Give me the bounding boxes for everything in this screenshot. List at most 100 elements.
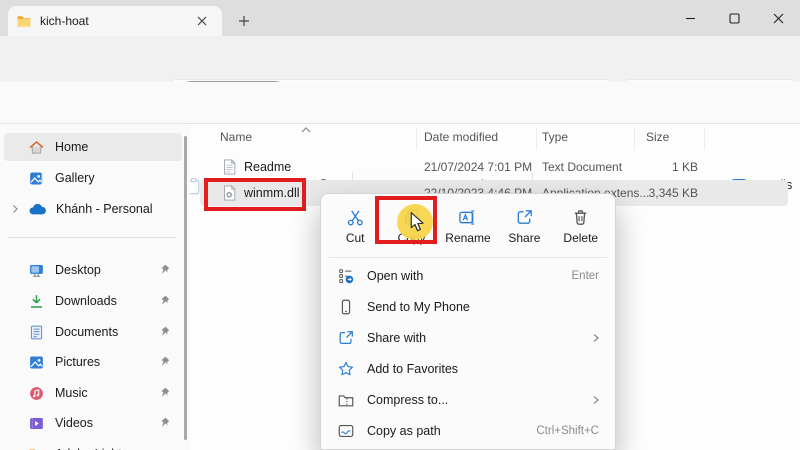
menu-item-compress-to[interactable]: Compress to... bbox=[325, 384, 613, 415]
menu-item-add-to-favorites[interactable]: Add to Favorites bbox=[325, 353, 613, 384]
star-icon bbox=[337, 360, 355, 378]
sidebar-item-documents[interactable]: Documents bbox=[4, 318, 182, 346]
downloads-icon bbox=[28, 293, 45, 310]
ctx-share-button[interactable]: Share bbox=[497, 201, 552, 251]
ctx-rename-button[interactable]: Rename bbox=[440, 201, 495, 251]
context-menu: Cut Copy Rename bbox=[320, 193, 616, 450]
explorer-tab[interactable]: kich-hoat bbox=[8, 6, 222, 36]
minimize-icon bbox=[685, 13, 696, 24]
sidebar-item-label: Videos bbox=[55, 416, 158, 430]
desktop-icon bbox=[28, 262, 45, 279]
phone-icon bbox=[337, 298, 355, 316]
ctx-delete-button[interactable]: Delete bbox=[553, 201, 608, 251]
column-header-type[interactable]: Type bbox=[542, 130, 568, 144]
menu-item-label: Compress to... bbox=[367, 393, 591, 407]
pictures-icon bbox=[28, 354, 45, 371]
file-row-readme[interactable]: Readme 21/07/2024 7:01 PM Text Document … bbox=[200, 154, 788, 180]
menu-item-copy-as-path[interactable]: Copy as path Ctrl+Shift+C bbox=[325, 415, 613, 446]
sidebar-item-adobe-light[interactable]: Adobe Light bbox=[4, 440, 182, 450]
share-with-icon bbox=[337, 329, 355, 347]
sidebar-item-downloads[interactable]: Downloads bbox=[4, 287, 182, 315]
sidebar: Home Gallery Khánh - Personal bbox=[0, 124, 190, 450]
documents-icon bbox=[28, 324, 45, 341]
title-bar: kich-hoat bbox=[0, 0, 800, 36]
sidebar-item-videos[interactable]: Videos bbox=[4, 409, 182, 437]
context-menu-separator bbox=[329, 257, 607, 258]
sidebar-item-label: Downloads bbox=[55, 294, 158, 308]
open-with-icon bbox=[337, 267, 355, 285]
pin-icon bbox=[158, 355, 172, 369]
menu-item-share-with[interactable]: Share with bbox=[325, 322, 613, 353]
file-name-cell: Readme bbox=[222, 159, 291, 175]
folder-icon bbox=[28, 446, 45, 450]
onedrive-cloud-icon bbox=[28, 203, 46, 216]
ctx-delete-label: Delete bbox=[563, 231, 598, 245]
context-quick-actions: Cut Copy Rename bbox=[321, 201, 615, 251]
close-icon bbox=[197, 16, 207, 26]
menu-item-label: Copy as path bbox=[367, 424, 536, 438]
file-size: 1 KB bbox=[600, 160, 698, 174]
menu-item-open-with[interactable]: Open with Enter bbox=[325, 260, 613, 291]
delete-icon bbox=[571, 208, 590, 227]
maximize-button[interactable] bbox=[712, 3, 756, 33]
submenu-chevron-icon bbox=[591, 395, 601, 405]
sidebar-item-label: Khánh - Personal bbox=[56, 202, 182, 216]
column-divider[interactable] bbox=[536, 128, 537, 150]
new-tab-button[interactable] bbox=[232, 9, 256, 33]
sidebar-scrollbar[interactable] bbox=[184, 136, 187, 440]
minimize-button[interactable] bbox=[668, 3, 712, 33]
sidebar-item-gallery[interactable]: Gallery bbox=[4, 164, 182, 192]
tab-title: kich-hoat bbox=[40, 14, 190, 28]
sidebar-item-home[interactable]: Home bbox=[4, 133, 182, 161]
sidebar-item-label: Desktop bbox=[55, 263, 158, 277]
ctx-rename-label: Rename bbox=[445, 231, 490, 245]
music-icon bbox=[28, 385, 45, 402]
column-header-name[interactable]: Name bbox=[220, 130, 252, 144]
column-divider[interactable] bbox=[416, 128, 417, 150]
sidebar-item-desktop[interactable]: Desktop bbox=[4, 256, 182, 284]
videos-icon bbox=[28, 415, 45, 432]
gallery-icon bbox=[28, 170, 45, 187]
menu-item-shortcut: Ctrl+Shift+C bbox=[536, 425, 599, 437]
file-date: 21/07/2024 7:01 PM bbox=[424, 160, 532, 174]
pin-icon bbox=[158, 325, 172, 339]
rename-icon bbox=[458, 208, 477, 227]
command-toolbar: New bbox=[0, 82, 800, 124]
sidebar-item-label: Home bbox=[55, 140, 182, 154]
menu-item-send-to-phone[interactable]: Send to My Phone bbox=[325, 291, 613, 322]
window-close-icon bbox=[773, 13, 784, 24]
maximize-icon bbox=[729, 13, 740, 24]
menu-item-label: Share with bbox=[367, 331, 591, 345]
cut-icon bbox=[346, 208, 365, 227]
mouse-cursor-icon bbox=[409, 212, 426, 232]
pin-icon bbox=[158, 263, 172, 277]
pin-icon bbox=[158, 294, 172, 308]
compress-zip-icon bbox=[337, 391, 355, 409]
folder-icon bbox=[16, 13, 32, 29]
sidebar-divider bbox=[8, 237, 176, 238]
sidebar-item-label: Music bbox=[55, 386, 158, 400]
menu-item-label: Open with bbox=[367, 269, 572, 283]
pin-icon bbox=[158, 386, 172, 400]
menu-item-shortcut: Enter bbox=[572, 270, 600, 282]
column-divider[interactable] bbox=[704, 128, 705, 150]
column-header-size[interactable]: Size bbox=[646, 130, 669, 144]
file-name: Readme bbox=[244, 160, 291, 174]
sort-ascending-icon[interactable] bbox=[300, 126, 312, 134]
pin-icon bbox=[158, 416, 172, 430]
sidebar-item-onedrive[interactable]: Khánh - Personal bbox=[4, 195, 182, 223]
tab-close-icon[interactable] bbox=[190, 9, 214, 33]
menu-item-label: Add to Favorites bbox=[367, 362, 613, 376]
column-header-date[interactable]: Date modified bbox=[424, 130, 498, 144]
sidebar-item-pictures[interactable]: Pictures bbox=[4, 348, 182, 376]
annotation-box-copy bbox=[375, 196, 437, 244]
menu-item-properties[interactable]: Properties Alt+Enter bbox=[325, 446, 613, 450]
column-divider[interactable] bbox=[634, 128, 635, 150]
copy-as-path-icon bbox=[337, 422, 355, 440]
expand-chevron-icon[interactable] bbox=[10, 204, 20, 214]
sidebar-item-music[interactable]: Music bbox=[4, 379, 182, 407]
ctx-share-label: Share bbox=[508, 231, 540, 245]
close-window-button[interactable] bbox=[756, 3, 800, 33]
ctx-cut-label: Cut bbox=[346, 231, 365, 245]
navigation-bar: Start backup kich-hoat bbox=[0, 36, 800, 82]
